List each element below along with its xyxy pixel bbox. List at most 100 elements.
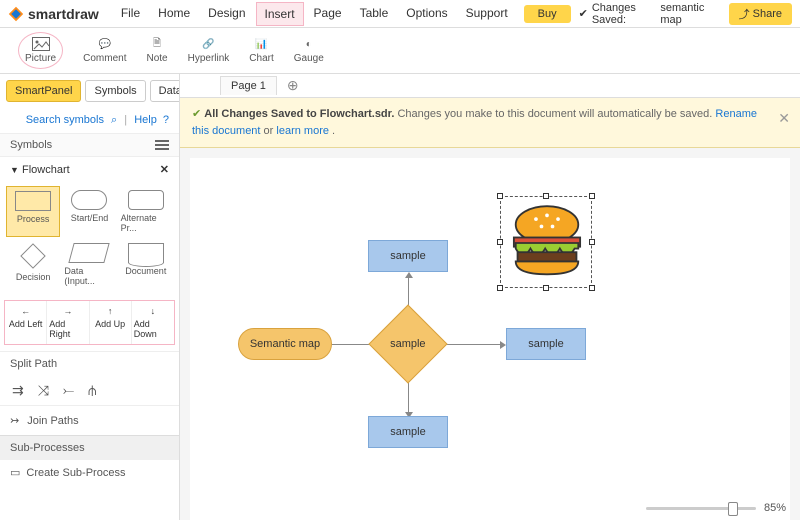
shape-process-label: Process: [17, 214, 50, 224]
banner-text1: Changes you make to this document will a…: [397, 108, 715, 120]
shape-startend[interactable]: Start/End: [62, 186, 116, 237]
node-center[interactable]: sample: [380, 316, 436, 372]
split-icon-1[interactable]: ⇉: [12, 382, 24, 399]
create-sub-label[interactable]: Create Sub-Process: [26, 467, 125, 479]
chevron-down-icon[interactable]: ▼: [10, 165, 19, 175]
ribbon-note-label: Note: [146, 53, 167, 64]
tab-smartpanel[interactable]: SmartPanel: [6, 80, 81, 102]
inserted-image[interactable]: [500, 196, 592, 288]
node-bottom[interactable]: sample: [368, 416, 448, 448]
save-status-prefix: Changes Saved:: [592, 2, 657, 26]
logo-icon: [8, 6, 24, 22]
share-label: Share: [753, 8, 782, 20]
main-menu: File Home Design Insert Page Table Optio…: [113, 2, 516, 26]
ribbon-gauge[interactable]: ◐ Gauge: [294, 37, 324, 64]
ribbon-chart-label: Chart: [249, 53, 273, 64]
arrow-up-icon: ↑: [108, 306, 113, 316]
split-icon-2[interactable]: ⤨: [38, 382, 49, 399]
menu-table[interactable]: Table: [352, 2, 397, 26]
arrow-left-icon: ←: [21, 306, 30, 316]
node-bottom-label: sample: [390, 426, 425, 438]
help-link[interactable]: Help: [134, 114, 157, 126]
menu-options[interactable]: Options: [398, 2, 455, 26]
ribbon-hyperlink-label: Hyperlink: [188, 53, 230, 64]
app-name: smartdraw: [28, 6, 99, 22]
search-icon[interactable]: ⌕: [111, 114, 117, 126]
hamburger-icon[interactable]: [155, 140, 169, 150]
category-flowchart[interactable]: Flowchart: [22, 164, 70, 176]
split-icon-4[interactable]: ⫛: [88, 382, 96, 399]
ribbon-note[interactable]: 🗎 Note: [146, 37, 167, 64]
shape-decision[interactable]: Decision: [6, 239, 60, 290]
banner-bold: All Changes Saved to Flowchart.sdr.: [204, 108, 394, 120]
banner-text2: or: [264, 125, 277, 137]
note-icon: 🗎: [148, 37, 166, 51]
banner-close-icon[interactable]: ✕: [778, 108, 790, 129]
menu-file[interactable]: File: [113, 2, 148, 26]
join-icon[interactable]: ↣: [10, 414, 19, 427]
split-path-header: Split Path: [0, 351, 179, 376]
shape-alternate[interactable]: Alternate Pr...: [119, 186, 173, 237]
picture-icon: [32, 37, 50, 51]
shape-data[interactable]: Data (Input...: [62, 239, 116, 290]
share-button[interactable]: ⤴ Share: [729, 3, 792, 25]
burger-icon: [501, 197, 593, 289]
tab-symbols[interactable]: Symbols: [85, 80, 145, 102]
shape-data-label: Data (Input...: [64, 266, 114, 286]
subprocesses-header: Sub-Processes: [0, 435, 179, 460]
ribbon-comment-label: Comment: [83, 53, 126, 64]
search-symbols-link[interactable]: Search symbols: [26, 114, 104, 126]
gauge-icon: ◐: [300, 37, 318, 51]
add-up-button[interactable]: ↑Add Up: [90, 301, 132, 344]
shape-document[interactable]: Document: [119, 239, 173, 290]
comment-icon: 💬: [96, 37, 114, 51]
zoom-value: 85%: [764, 502, 786, 514]
page-tab-1[interactable]: Page 1: [220, 76, 277, 95]
learn-more-link[interactable]: learn more: [276, 125, 329, 137]
node-right[interactable]: sample: [506, 328, 586, 360]
zoom-thumb[interactable]: [728, 502, 738, 516]
menu-page[interactable]: Page: [306, 2, 350, 26]
close-category-icon[interactable]: ✕: [160, 163, 169, 176]
ribbon-picture-label: Picture: [25, 53, 56, 64]
checkmark-icon: ✔: [579, 7, 588, 20]
join-paths-label[interactable]: Join Paths: [27, 415, 78, 427]
ribbon-gauge-label: Gauge: [294, 53, 324, 64]
add-left-label: Add Left: [9, 319, 43, 329]
menu-design[interactable]: Design: [200, 2, 253, 26]
node-right-label: sample: [528, 338, 563, 350]
menu-insert[interactable]: Insert: [256, 2, 304, 26]
ribbon-chart[interactable]: 📊 Chart: [249, 37, 273, 64]
chart-icon: 📊: [253, 37, 271, 51]
add-page-button[interactable]: ⊕: [287, 77, 299, 94]
canvas[interactable]: Semantic map sample sample sample sample: [190, 158, 790, 520]
arrow-down-icon: ↓: [151, 306, 156, 316]
help-icon[interactable]: ?: [163, 114, 169, 126]
node-start[interactable]: Semantic map: [238, 328, 332, 360]
zoom-control: 85%: [646, 502, 786, 514]
add-right-button[interactable]: →Add Right: [47, 301, 89, 344]
node-top-label: sample: [390, 250, 425, 262]
save-banner: ✔ All Changes Saved to Flowchart.sdr. Ch…: [180, 98, 800, 148]
symbols-header: Symbols: [10, 139, 52, 151]
menu-home[interactable]: Home: [150, 2, 198, 26]
node-start-label: Semantic map: [250, 338, 320, 350]
buy-button[interactable]: Buy: [524, 5, 571, 23]
add-down-label: Add Down: [134, 319, 172, 339]
node-top[interactable]: sample: [368, 240, 448, 272]
ribbon-comment[interactable]: 💬 Comment: [83, 37, 126, 64]
shape-process[interactable]: Process: [6, 186, 60, 237]
add-down-button[interactable]: ↓ Add Down: [132, 301, 174, 344]
menu-support[interactable]: Support: [458, 2, 516, 26]
check-icon: ✔: [192, 108, 204, 120]
shape-document-label: Document: [125, 266, 166, 276]
split-icon-3[interactable]: ⤚: [63, 382, 74, 399]
node-center-label: sample: [390, 338, 425, 350]
ribbon-hyperlink[interactable]: 🔗 Hyperlink: [188, 37, 230, 64]
add-left-button[interactable]: ← Add Left: [5, 301, 47, 344]
ribbon-picture[interactable]: Picture: [18, 32, 63, 69]
zoom-slider[interactable]: [646, 507, 756, 510]
tab-data[interactable]: Data: [150, 80, 180, 102]
hyperlink-icon: 🔗: [199, 37, 217, 51]
sidebar: SmartPanel Symbols Data ✕ Search symbols…: [0, 74, 180, 520]
